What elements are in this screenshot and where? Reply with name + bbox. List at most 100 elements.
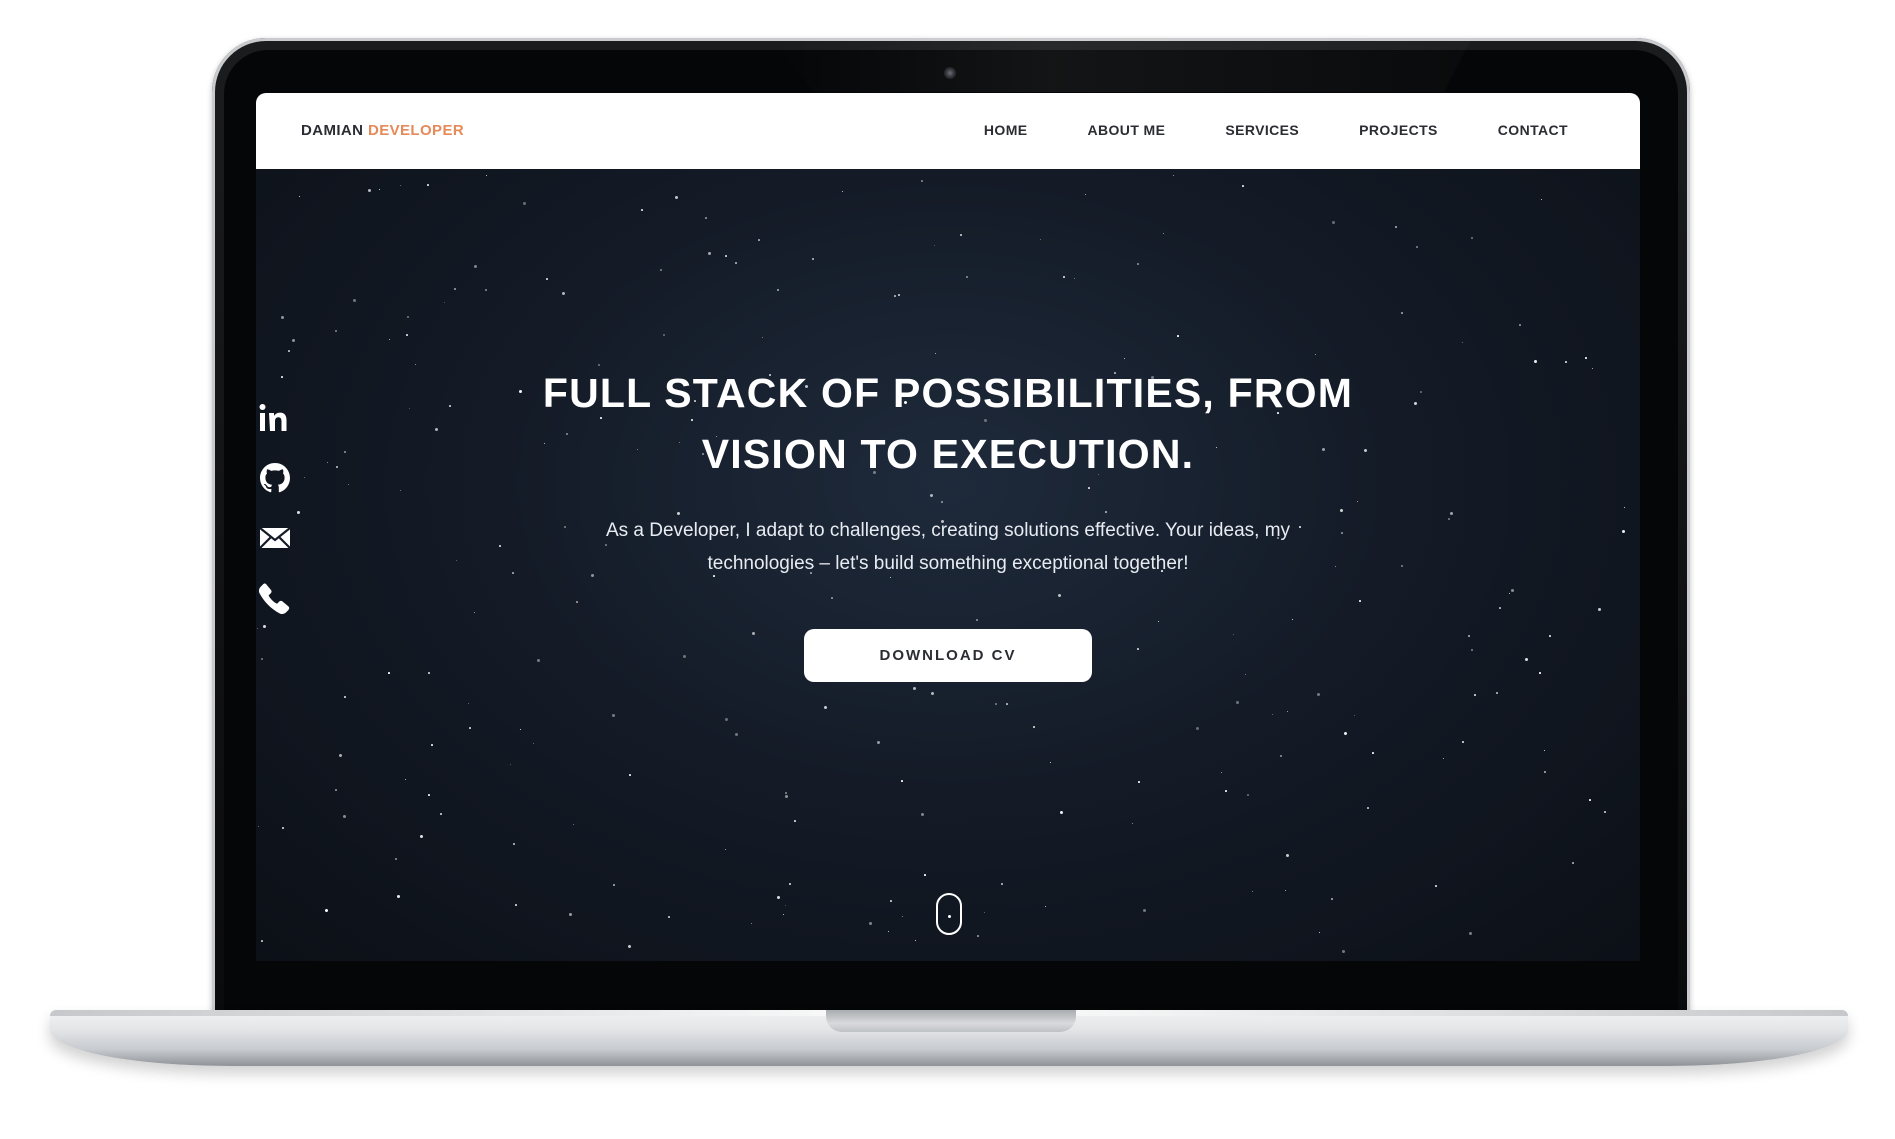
star xyxy=(520,729,521,730)
star xyxy=(1221,772,1222,773)
star xyxy=(1236,701,1239,704)
star xyxy=(405,779,406,780)
star xyxy=(1443,758,1444,759)
star xyxy=(1359,600,1361,602)
hero-subtitle-line-1: As a Developer, I adapt to challenges, c… xyxy=(605,520,1291,541)
star xyxy=(1315,354,1316,355)
star xyxy=(1280,755,1282,757)
star xyxy=(976,619,978,621)
brand-logo[interactable]: DAMIAN DEVELOPER xyxy=(301,122,464,139)
star xyxy=(913,687,916,690)
star xyxy=(1344,732,1347,735)
star xyxy=(1292,619,1293,620)
download-cv-button[interactable]: DOWNLOAD CV xyxy=(804,629,1092,682)
nav-item-contact[interactable]: CONTACT xyxy=(1498,122,1568,138)
star xyxy=(388,672,390,674)
star xyxy=(890,900,892,902)
star xyxy=(335,789,337,791)
hero-title: FULL STACK OF POSSIBILITIES, FROM VISION… xyxy=(256,363,1640,485)
star xyxy=(824,706,827,709)
star xyxy=(1233,634,1234,635)
star xyxy=(1435,885,1437,887)
star xyxy=(1341,532,1343,534)
star xyxy=(683,655,686,658)
star xyxy=(931,692,934,695)
star xyxy=(474,265,477,268)
star xyxy=(343,815,346,818)
hero-subtitle: As a Developer, I adapt to challenges, c… xyxy=(556,514,1340,580)
star xyxy=(762,337,763,338)
star xyxy=(894,295,896,297)
star xyxy=(1340,509,1343,512)
star xyxy=(1589,799,1591,801)
star xyxy=(966,276,968,278)
star xyxy=(785,795,788,798)
star xyxy=(1401,565,1403,567)
star xyxy=(299,196,300,197)
star xyxy=(533,743,534,744)
scroll-down-mouse-icon[interactable] xyxy=(936,893,962,935)
star xyxy=(1045,906,1046,907)
star xyxy=(1342,950,1345,953)
star xyxy=(1058,594,1061,597)
star xyxy=(898,294,900,296)
star xyxy=(512,572,514,574)
nav-item-home[interactable]: HOME xyxy=(984,122,1028,138)
star xyxy=(1549,635,1551,637)
star xyxy=(486,175,487,176)
star xyxy=(420,835,423,838)
star xyxy=(468,703,469,704)
star xyxy=(777,896,780,899)
star xyxy=(1462,741,1464,743)
phone-link[interactable] xyxy=(258,581,292,615)
star xyxy=(1511,589,1514,592)
star xyxy=(1063,276,1065,278)
brand-primary: DAMIAN xyxy=(301,122,364,139)
star xyxy=(1519,324,1521,326)
star xyxy=(1416,246,1418,248)
star xyxy=(751,923,752,924)
star xyxy=(901,780,903,782)
star xyxy=(1088,487,1090,489)
star xyxy=(288,350,290,352)
star xyxy=(353,299,356,302)
star xyxy=(1401,312,1403,314)
star xyxy=(400,490,401,491)
star xyxy=(325,909,328,912)
star xyxy=(924,874,926,876)
nav-item-about-me[interactable]: ABOUT ME xyxy=(1088,122,1166,138)
star xyxy=(282,827,284,829)
star xyxy=(258,826,259,827)
lid-gloss xyxy=(772,38,1472,92)
camera-icon xyxy=(944,67,956,79)
star xyxy=(1074,278,1075,279)
star xyxy=(1163,233,1164,234)
nav-item-services[interactable]: SERVICES xyxy=(1225,122,1299,138)
star xyxy=(510,764,511,765)
star xyxy=(440,813,442,815)
star xyxy=(407,316,409,318)
star xyxy=(663,334,665,336)
star xyxy=(406,334,408,336)
laptop-hinge-notch xyxy=(826,1010,1076,1032)
star xyxy=(1033,726,1035,728)
star xyxy=(389,339,390,340)
star xyxy=(397,895,400,898)
star xyxy=(921,180,923,182)
star xyxy=(368,189,371,192)
star xyxy=(777,289,779,291)
star xyxy=(705,217,707,219)
star xyxy=(668,916,670,918)
star xyxy=(523,202,526,205)
star xyxy=(428,794,430,796)
site-header: DAMIAN DEVELOPER HOME ABOUT ME SERVICES … xyxy=(256,93,1640,169)
star xyxy=(454,288,456,290)
mail-icon xyxy=(259,527,291,549)
star xyxy=(1474,694,1476,696)
star xyxy=(474,612,475,613)
email-link[interactable] xyxy=(258,521,292,555)
nav-item-projects[interactable]: PROJECTS xyxy=(1359,122,1438,138)
star xyxy=(297,511,300,514)
star xyxy=(629,774,631,776)
star xyxy=(1085,194,1086,195)
